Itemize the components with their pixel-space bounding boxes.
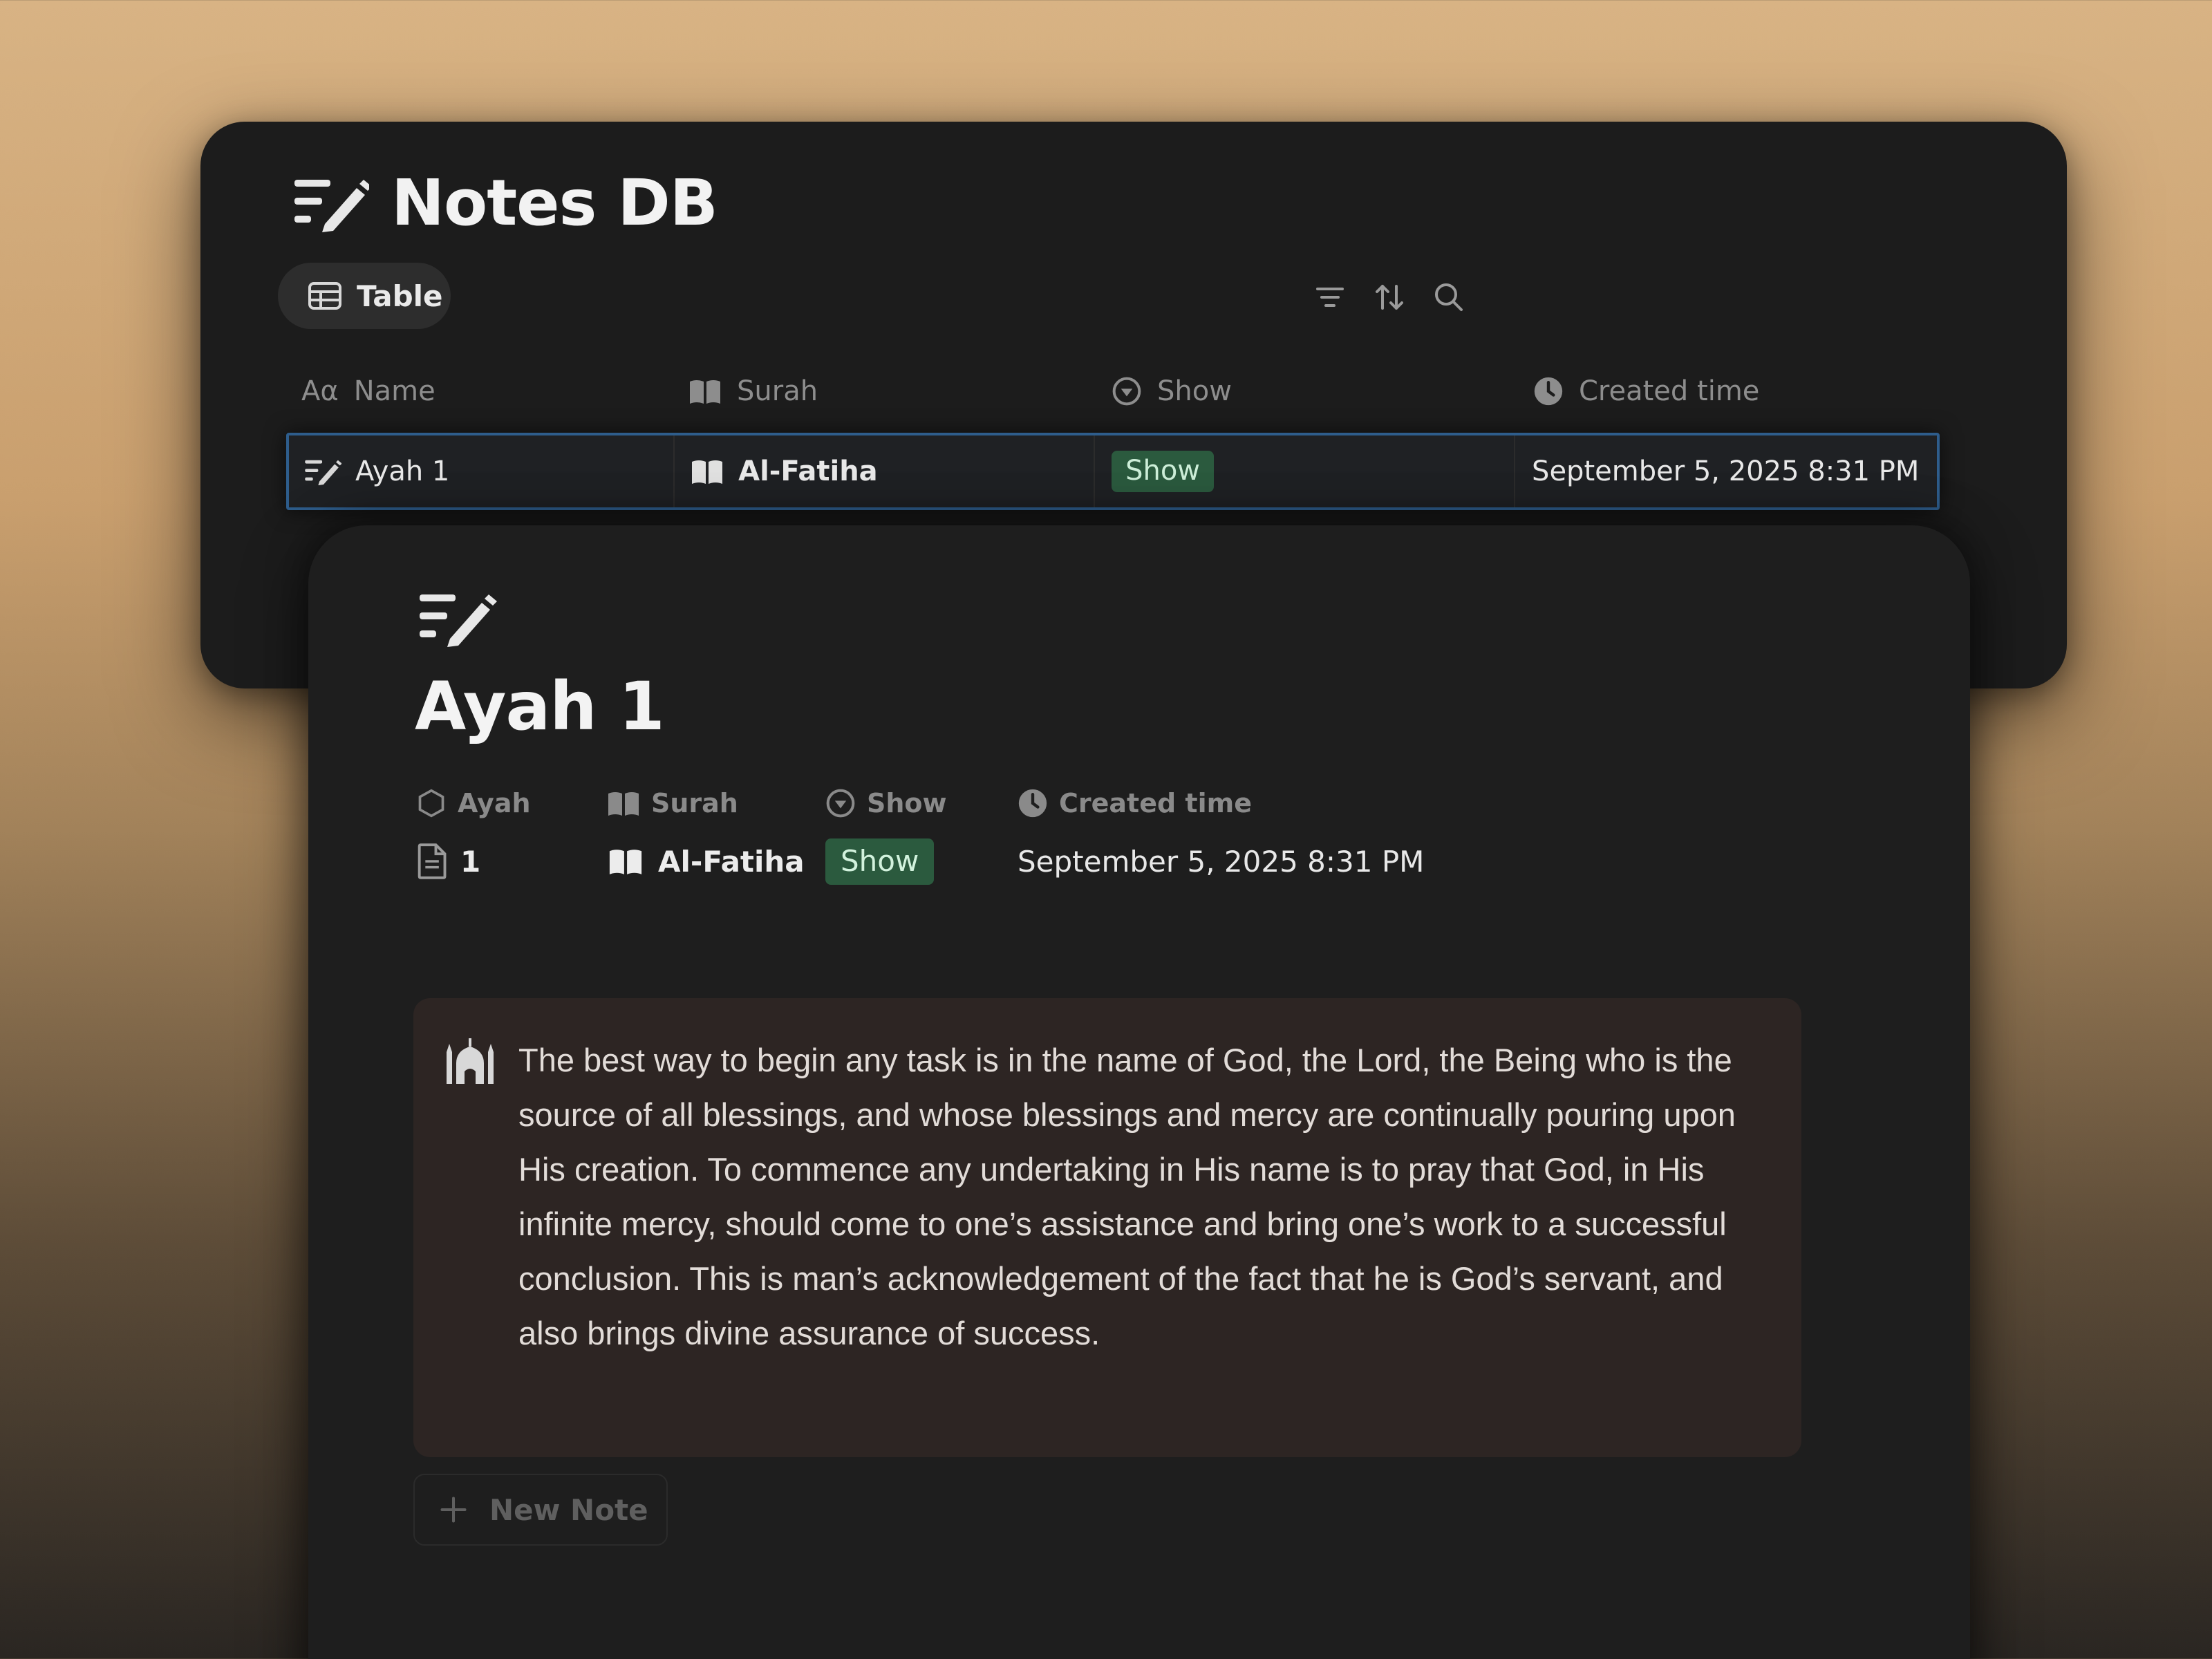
- status-badge: Show: [825, 838, 935, 885]
- table-row[interactable]: Ayah 1 Al-Fatiha Show September 5, 2025 …: [286, 433, 1940, 510]
- note-pencil-icon: [305, 460, 341, 485]
- status-icon: [1112, 377, 1141, 406]
- clock-icon: [1534, 377, 1563, 406]
- book-icon: [609, 850, 642, 874]
- property-created-time-value: September 5, 2025 8:31 PM: [1018, 844, 1425, 879]
- tab-table-view[interactable]: Table: [278, 263, 451, 329]
- property-created-time-label[interactable]: Created time: [1018, 788, 1501, 818]
- db-title: Notes DB: [391, 166, 718, 240]
- mosque-icon: [447, 1038, 494, 1084]
- new-note-label: New Note: [489, 1492, 648, 1527]
- property-headers: Ayah Surah Show Created time: [416, 782, 1501, 824]
- search-icon[interactable]: [1432, 281, 1465, 314]
- db-toolbar: [1313, 281, 1492, 314]
- sort-icon[interactable]: [1373, 281, 1406, 314]
- property-show-label[interactable]: Show: [825, 788, 1018, 818]
- callout-text[interactable]: The best way to begin any task is in the…: [518, 1033, 1777, 1360]
- property-show-value[interactable]: Show: [825, 838, 1018, 885]
- book-icon: [608, 792, 639, 816]
- status-icon: [826, 789, 855, 818]
- book-icon: [692, 460, 723, 484]
- cell-name[interactable]: Ayah 1: [289, 435, 675, 507]
- column-header-name[interactable]: Aα Name: [286, 375, 673, 407]
- filter-icon[interactable]: [1313, 281, 1347, 314]
- status-badge: Show: [1112, 451, 1215, 492]
- page-peek: Ayah 1 Ayah Surah Show Created time 1 Al…: [308, 525, 1970, 1659]
- note-pencil-icon: [294, 179, 369, 232]
- text-property-icon: Aα: [301, 375, 339, 407]
- cell-created-time: September 5, 2025 8:31 PM: [1532, 456, 1920, 487]
- new-note-button[interactable]: New Note: [413, 1474, 668, 1546]
- table-header-row: Aα Name Surah Show Created time: [286, 350, 1940, 433]
- clock-icon: [1018, 789, 1047, 818]
- cell-show[interactable]: Show: [1095, 435, 1516, 507]
- cell-surah[interactable]: Al-Fatiha: [675, 435, 1096, 507]
- page-title[interactable]: Ayah 1: [415, 668, 665, 745]
- page-properties: Ayah Surah Show Created time 1 Al-Fatiha…: [416, 782, 1501, 889]
- property-surah-label[interactable]: Surah: [607, 788, 825, 818]
- callout-block[interactable]: The best way to begin any task is in the…: [413, 998, 1801, 1457]
- column-header-surah[interactable]: Surah: [673, 375, 1095, 407]
- property-surah-value[interactable]: Al-Fatiha: [607, 845, 825, 879]
- plus-icon: [440, 1497, 467, 1523]
- hexagon-icon: [418, 789, 444, 818]
- property-ayah-value[interactable]: 1: [416, 843, 607, 879]
- book-icon: [690, 380, 720, 404]
- property-values: 1 Al-Fatiha Show September 5, 2025 8:31 …: [416, 834, 1501, 889]
- db-header: Notes DB: [294, 166, 718, 240]
- column-header-created-time[interactable]: Created time: [1517, 375, 1940, 407]
- column-header-show[interactable]: Show: [1095, 375, 1517, 407]
- table-icon: [308, 282, 341, 310]
- document-icon: [418, 843, 447, 879]
- tab-table-label: Table: [357, 279, 443, 313]
- property-ayah-label[interactable]: Ayah: [416, 788, 607, 818]
- db-table: Aα Name Surah Show Created time Ayah 1 A…: [286, 350, 1940, 510]
- note-pencil-icon: [420, 594, 497, 647]
